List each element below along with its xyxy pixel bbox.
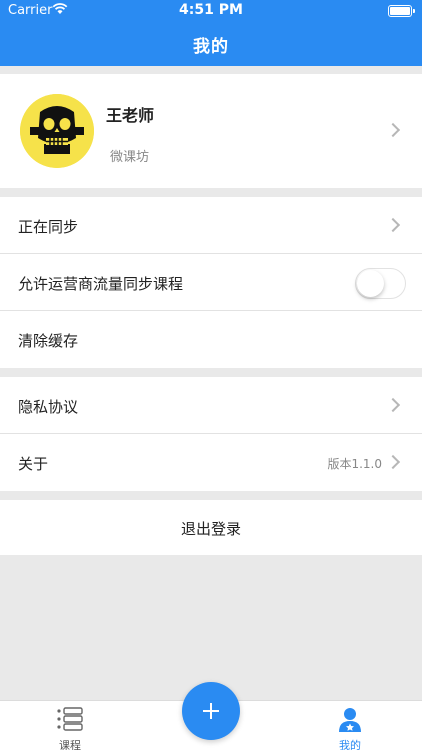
- chevron-right-icon: [385, 454, 401, 470]
- list-icon: [57, 707, 83, 731]
- row-about[interactable]: 关于 版本1.1.0: [0, 434, 422, 491]
- avatar: [20, 94, 94, 168]
- privacy-label: 隐私协议: [18, 398, 79, 416]
- row-allow-mobile-sync: 允许运营商流量同步课程: [0, 254, 422, 311]
- row-syncing[interactable]: 正在同步: [0, 197, 422, 254]
- logout-label: 退出登录: [180, 520, 241, 538]
- row-clear-cache[interactable]: 清除缓存: [0, 311, 422, 368]
- logout-button[interactable]: 退出登录: [0, 500, 422, 555]
- allow-mobile-sync-label: 允许运营商流量同步课程: [18, 275, 184, 293]
- jolly-roger-icon: [20, 94, 94, 168]
- toggle-knob: [357, 270, 384, 297]
- mobile-sync-toggle[interactable]: [355, 268, 406, 299]
- tab-mine[interactable]: 我的: [280, 701, 420, 750]
- row-privacy[interactable]: 隐私协议: [0, 377, 422, 434]
- profile-card[interactable]: 王老师 微课坊: [0, 74, 422, 188]
- profile-name: 王老师: [106, 106, 155, 125]
- user-icon: [339, 708, 361, 732]
- battery-icon: [388, 5, 415, 17]
- tab-courses-label: 课程: [59, 739, 81, 750]
- clock: 4:51 PM: [179, 2, 243, 18]
- status-bar: Carrier 4:51 PM: [0, 0, 422, 22]
- chevron-right-icon: [385, 122, 401, 138]
- version-label: 版本1.1.0: [327, 457, 382, 471]
- syncing-label: 正在同步: [18, 218, 79, 236]
- tab-mine-label: 我的: [339, 739, 361, 750]
- about-label: 关于: [18, 455, 49, 473]
- clear-cache-label: 清除缓存: [18, 332, 79, 350]
- profile-subtitle: 微课坊: [110, 150, 150, 165]
- page-title: 我的: [193, 37, 229, 57]
- chevron-right-icon: [385, 217, 401, 233]
- tab-courses[interactable]: 课程: [0, 701, 140, 750]
- header-bar: Carrier 4:51 PM 我的: [0, 0, 422, 66]
- add-button[interactable]: [182, 682, 240, 740]
- chevron-right-icon: [385, 397, 401, 413]
